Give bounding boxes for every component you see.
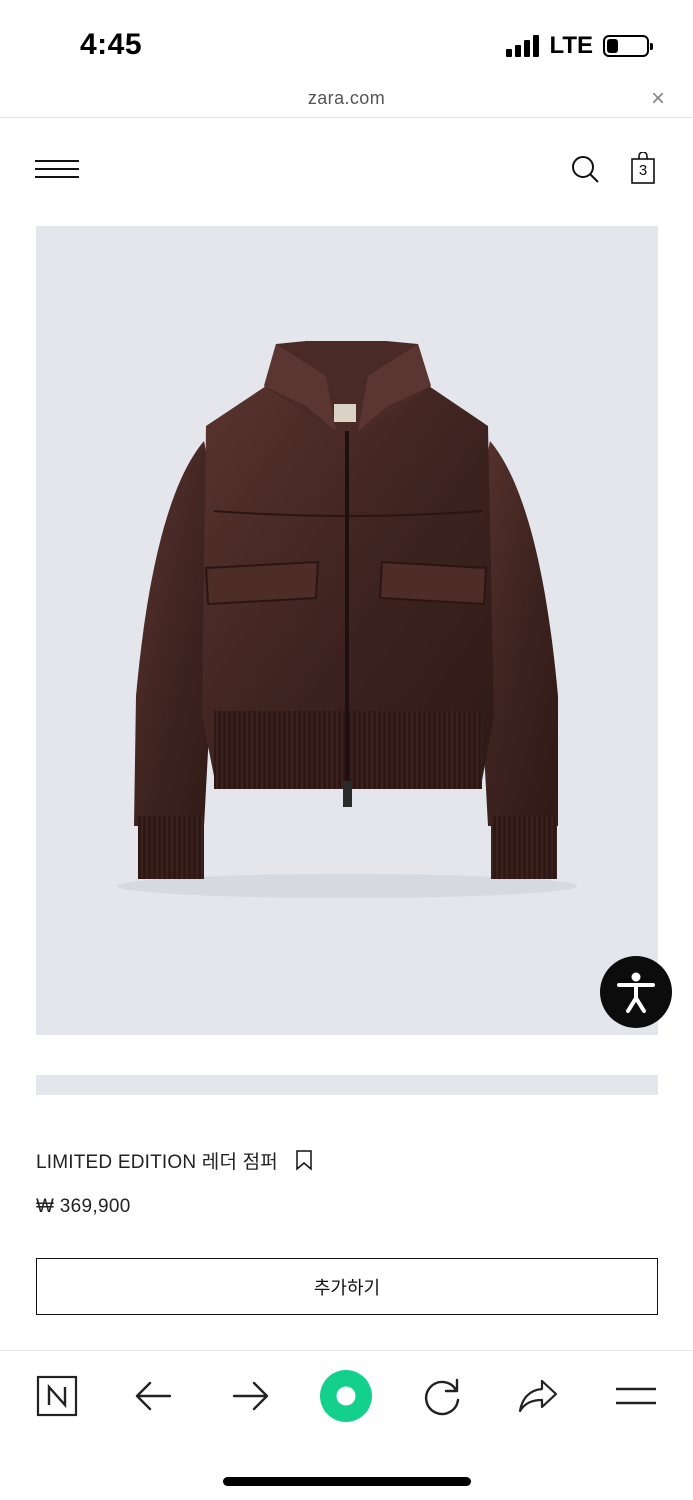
- leather-jacket-image: [117, 341, 577, 898]
- product-image[interactable]: [36, 226, 658, 1035]
- battery-icon: [603, 35, 653, 57]
- product-title-row: LIMITED EDITION 레더 점퍼: [36, 1147, 314, 1173]
- forward-arrow-icon[interactable]: [224, 1370, 276, 1422]
- hamburger-menu-icon[interactable]: [35, 158, 79, 180]
- close-icon[interactable]: ×: [651, 85, 665, 113]
- status-time: 4:45: [80, 28, 143, 61]
- share-icon[interactable]: [512, 1370, 564, 1422]
- naver-app-icon[interactable]: [31, 1370, 83, 1422]
- signal-strength-icon: [506, 35, 540, 57]
- url-bar[interactable]: zara.com ×: [0, 80, 693, 118]
- accessibility-button[interactable]: [600, 956, 672, 1028]
- shopping-bag-button[interactable]: 3: [630, 152, 656, 184]
- add-to-cart-button[interactable]: 추가하기: [36, 1258, 658, 1315]
- browser-toolbar: [0, 1350, 693, 1500]
- image-carousel-indicator: [36, 1075, 658, 1095]
- bookmark-icon[interactable]: [294, 1149, 314, 1171]
- green-dot-icon[interactable]: [320, 1370, 372, 1422]
- back-arrow-icon[interactable]: [128, 1370, 180, 1422]
- menu-icon[interactable]: [610, 1370, 662, 1422]
- product-name: LIMITED EDITION 레더 점퍼: [36, 1151, 278, 1173]
- battery-level: [607, 39, 619, 53]
- cart-count: 3: [638, 162, 648, 179]
- status-indicators: LTE: [506, 32, 653, 60]
- product-price: ₩ 369,900: [36, 1196, 131, 1217]
- status-bar: 4:45 LTE: [0, 0, 693, 80]
- accessibility-icon: [617, 972, 655, 1013]
- site-header: 3: [0, 118, 693, 223]
- url-domain[interactable]: zara.com: [0, 88, 693, 109]
- network-type: LTE: [549, 32, 593, 59]
- home-indicator[interactable]: [223, 1477, 471, 1486]
- search-icon[interactable]: [570, 154, 600, 184]
- reload-icon[interactable]: [416, 1370, 468, 1422]
